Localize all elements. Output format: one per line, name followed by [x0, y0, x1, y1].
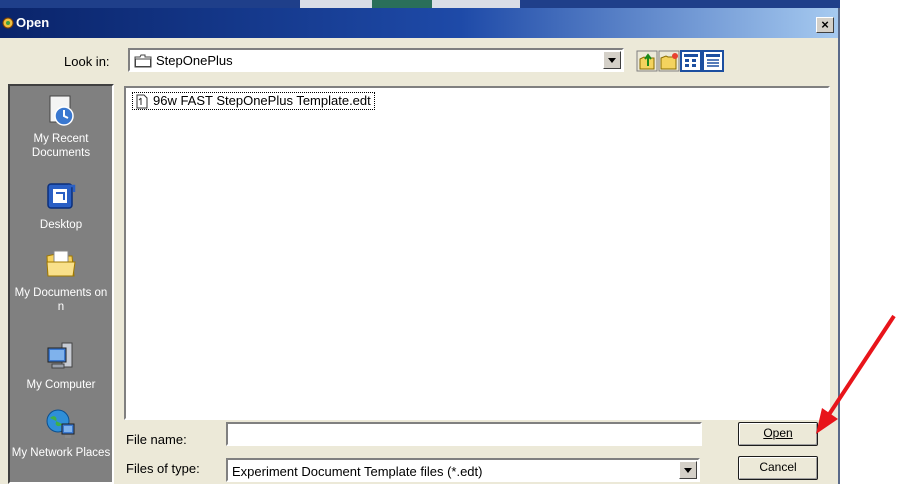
cancel-button[interactable]: Cancel — [738, 456, 818, 480]
look-in-dropdown-button[interactable] — [603, 51, 621, 69]
desktop-icon — [47, 183, 76, 209]
place-label: My Documents on n — [14, 287, 108, 313]
files-of-type-value: Experiment Document Template files (*.ed… — [232, 464, 483, 479]
look-in-label: Look in: — [64, 54, 110, 69]
place-my-documents[interactable]: My Documents on n — [10, 248, 112, 314]
folder-icon — [134, 54, 152, 68]
my-computer-icon — [47, 342, 73, 369]
app-icon — [2, 17, 14, 29]
details-view-icon[interactable] — [702, 50, 724, 72]
list-view-icon[interactable] — [680, 50, 702, 72]
background-content — [372, 0, 432, 8]
document-icon — [136, 94, 148, 109]
list-item[interactable]: 96w FAST StepOnePlus Template.edt — [132, 92, 375, 110]
file-list[interactable]: 96w FAST StepOnePlus Template.edt — [124, 86, 830, 420]
open-button-label: Open — [763, 426, 793, 440]
background-window — [0, 0, 840, 8]
files-of-type-label: Files of type: — [126, 461, 200, 476]
my-documents-icon — [46, 250, 76, 277]
recent-documents-icon — [49, 95, 74, 126]
place-label: My Network Places — [11, 447, 111, 459]
file-name-input[interactable] — [226, 422, 702, 446]
network-places-icon — [46, 409, 75, 438]
place-desktop[interactable]: Desktop — [10, 180, 112, 232]
look-in-dropdown[interactable]: StepOnePlus — [128, 48, 624, 72]
place-my-computer[interactable]: My Computer — [10, 340, 112, 392]
place-label: My Computer — [26, 379, 96, 391]
cancel-button-label: Cancel — [759, 460, 797, 474]
files-of-type-dropdown-button[interactable] — [679, 461, 697, 479]
open-button[interactable]: Open — [738, 422, 818, 446]
open-dialog: Open × Look in: StepOnePlus My Recent Do… — [0, 8, 840, 484]
files-of-type-dropdown[interactable]: Experiment Document Template files (*.ed… — [226, 458, 700, 482]
close-button[interactable]: × — [816, 17, 834, 33]
title-bar[interactable]: Open × — [0, 8, 838, 38]
file-name: 96w FAST StepOnePlus Template.edt — [153, 93, 371, 108]
place-label: Desktop — [39, 219, 83, 231]
new-folder-icon[interactable] — [658, 50, 680, 72]
place-label: My Recent Documents — [31, 133, 91, 159]
chevron-down-icon — [684, 468, 692, 473]
dialog-title: Open — [16, 15, 50, 30]
close-icon: × — [821, 17, 829, 32]
place-recent-documents[interactable]: My Recent Documents — [10, 94, 112, 160]
up-folder-icon[interactable] — [636, 50, 658, 72]
places-bar: My Recent Documents Desktop My Documents… — [8, 84, 114, 484]
chevron-down-icon — [608, 58, 616, 63]
look-in-value: StepOnePlus — [156, 53, 233, 68]
place-network-places[interactable]: My Network Places — [10, 408, 112, 460]
file-name-label: File name: — [126, 432, 187, 447]
